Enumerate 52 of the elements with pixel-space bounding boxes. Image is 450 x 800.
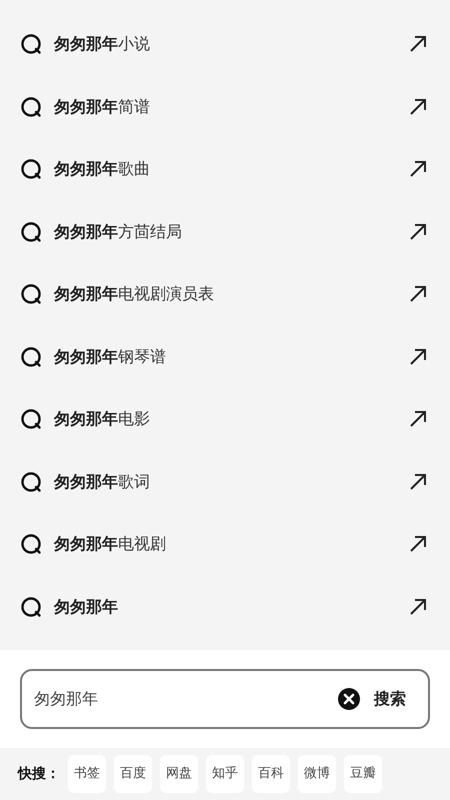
search-icon	[20, 33, 42, 56]
suggestion-item[interactable]: 匆匆那年电影	[0, 388, 450, 450]
suggestion-text: 匆匆那年小说	[54, 33, 151, 56]
arrow-up-right-icon[interactable]	[408, 34, 428, 54]
quick-search-chip[interactable]: 知乎	[206, 755, 244, 793]
arrow-up-right-icon[interactable]	[408, 534, 428, 554]
quick-search-label: 快搜：	[18, 764, 60, 784]
arrow-up-right-icon[interactable]	[408, 409, 428, 430]
search-icon	[20, 96, 42, 118]
arrow-up-right-icon[interactable]	[408, 596, 428, 617]
search-button[interactable]: 搜索	[374, 687, 406, 711]
search-icon	[20, 408, 42, 430]
suggestion-item[interactable]: 匆匆那年电视剧	[0, 513, 450, 576]
search-icon	[20, 220, 42, 243]
suggestion-item[interactable]: 匆匆那年简谱	[0, 76, 450, 138]
suggestion-item[interactable]: 匆匆那年歌词	[0, 450, 450, 513]
suggestion-text: 匆匆那年电视剧	[54, 533, 167, 556]
quick-search-chip[interactable]: 百度	[114, 755, 152, 793]
arrow-up-right-icon[interactable]	[408, 159, 428, 180]
arrow-up-right-icon[interactable]	[408, 222, 428, 242]
suggestion-item[interactable]: 匆匆那年电视剧演员表	[0, 263, 450, 326]
suggestion-text: 匆匆那年歌曲	[54, 158, 151, 180]
search-icon	[20, 158, 42, 180]
search-input-value: 匆匆那年	[34, 688, 99, 710]
suggestion-text: 匆匆那年简谱	[54, 96, 151, 118]
suggestion-item[interactable]: 匆匆那年小说	[0, 13, 450, 76]
search-icon	[20, 283, 42, 306]
search-icon	[20, 596, 42, 618]
arrow-up-right-icon[interactable]	[408, 346, 428, 367]
suggestion-item[interactable]: 匆匆那年	[0, 576, 450, 638]
suggestion-text: 匆匆那年方茴结局	[54, 220, 183, 243]
arrow-up-right-icon[interactable]	[408, 284, 428, 304]
suggestion-text: 匆匆那年歌词	[54, 470, 151, 493]
suggestion-text: 匆匆那年钢琴谱	[54, 346, 167, 368]
search-icon	[20, 346, 42, 368]
search-icon	[20, 533, 42, 556]
quick-search-chip[interactable]: 网盘	[160, 755, 198, 793]
arrow-up-right-icon[interactable]	[408, 96, 428, 117]
suggestion-text: 匆匆那年电视剧演员表	[54, 283, 215, 306]
suggestion-item[interactable]: 匆匆那年歌曲	[0, 138, 450, 200]
quick-search-chip[interactable]: 书签	[68, 755, 106, 793]
suggestion-item[interactable]: 匆匆那年钢琴谱	[0, 326, 450, 388]
suggestion-text: 匆匆那年电影	[54, 408, 151, 430]
search-icon	[20, 470, 42, 493]
quick-search-chip[interactable]: 豆瓣	[344, 755, 382, 793]
suggestion-item[interactable]: 匆匆那年方茴结局	[0, 200, 450, 263]
arrow-up-right-icon[interactable]	[408, 472, 428, 492]
clear-icon[interactable]	[338, 688, 360, 710]
search-field[interactable]: 匆匆那年 搜索	[20, 669, 430, 729]
suggestion-text: 匆匆那年	[54, 596, 119, 618]
quick-search-chip[interactable]: 百科	[252, 755, 290, 793]
quick-search-chip[interactable]: 微博	[298, 755, 336, 793]
